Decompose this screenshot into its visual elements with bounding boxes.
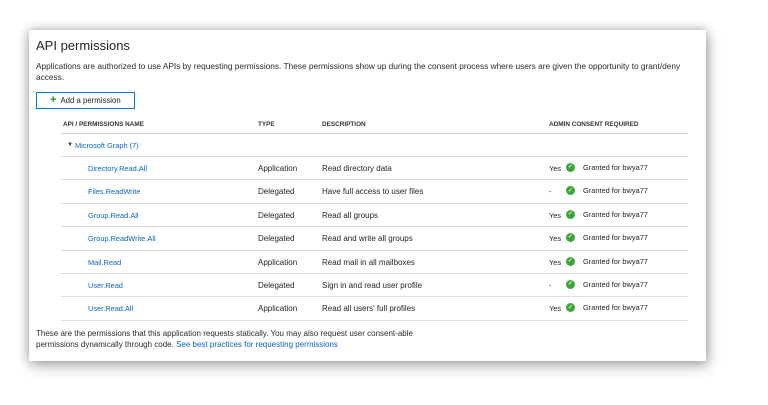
consent-status: ✓ Granted for bwya77 [566, 233, 648, 243]
consent-status: ✓ Granted for bwya77 [566, 303, 648, 313]
consent-status-label: Granted for bwya77 [583, 256, 648, 266]
permission-description: Read all users' full profiles [322, 304, 416, 314]
permission-description: Read and write all groups [322, 234, 413, 244]
permission-description: Read all groups [322, 210, 379, 220]
check-circle-icon: ✓ [566, 303, 575, 313]
permissions-table: API / PERMISSIONS NAME TYPE DESCRIPTION … [61, 114, 688, 321]
admin-consent-required: Yes [549, 234, 562, 244]
group-microsoft-graph[interactable]: ▼ Microsoft Graph (7) [61, 134, 688, 157]
admin-consent-required: Yes [549, 257, 562, 267]
consent-status-label: Granted for bwya77 [583, 209, 648, 219]
permission-name-link[interactable]: Directory.Read.All [88, 164, 147, 173]
table-row: User.Read Delegated Sign in and read user … [61, 274, 688, 298]
permission-name-link[interactable]: Files.ReadWrite [88, 187, 140, 196]
best-practices-link[interactable]: See best practices for requesting permis… [176, 340, 338, 349]
caret-down-icon[interactable]: ▼ [67, 142, 73, 148]
footer-text: These are the permissions that this appl… [36, 328, 456, 350]
group-label[interactable]: Microsoft Graph (7) [75, 141, 139, 150]
permission-type: Application [258, 304, 298, 314]
check-circle-icon: ✓ [566, 256, 575, 266]
check-circle-icon: ✓ [566, 209, 575, 219]
permission-name-link[interactable]: User.Read.All [88, 304, 133, 313]
check-circle-icon: ✓ [566, 186, 575, 196]
table-header: API / PERMISSIONS NAME TYPE DESCRIPTION … [61, 114, 688, 134]
permission-description: Sign in and read user profile [322, 280, 423, 290]
table-row: Group.Read.All Delegated Read all groups Ye… [61, 204, 688, 228]
table-row: Mail.Read Application Read mail in all mai… [61, 251, 688, 274]
check-circle-icon: ✓ [566, 163, 575, 172]
permission-type: Delegated [258, 234, 295, 244]
header-type: TYPE [258, 121, 275, 128]
consent-status: ✓ Granted for bwya77 [566, 163, 648, 172]
consent-status-label: Granted for bwya77 [583, 233, 648, 243]
api-permissions-panel: API permissions Applications are authori… [29, 30, 706, 361]
admin-consent-required: Yes [549, 210, 562, 220]
permission-type: Delegated [258, 187, 295, 197]
header-description: DESCRIPTION [322, 121, 366, 128]
permission-name-link[interactable]: User.Read [88, 281, 123, 290]
consent-status-label: Granted for bwya77 [583, 303, 648, 313]
permission-type: Delegated [258, 280, 295, 290]
header-name: API / PERMISSIONS NAME [63, 121, 144, 128]
table-row: Files.ReadWrite Delegated Have full access… [61, 180, 688, 204]
permission-name-link[interactable]: Group.Read.All [88, 211, 139, 220]
add-permission-label: Add a permission [60, 96, 121, 105]
page-title: API permissions [36, 38, 130, 53]
permission-description: Have full access to user files [322, 187, 424, 197]
admin-consent-required: - [549, 187, 552, 197]
consent-status-label: Granted for bwya77 [583, 163, 648, 172]
check-circle-icon: ✓ [566, 233, 575, 243]
table-row: Directory.Read.All Application Read direct… [61, 157, 688, 181]
permission-type: Application [258, 257, 298, 267]
permission-description: Read directory data [322, 164, 392, 173]
consent-status: ✓ Granted for bwya77 [566, 256, 648, 266]
permission-description: Read mail in all mailboxes [322, 257, 415, 267]
permission-name-link[interactable]: Mail.Read [88, 258, 121, 267]
plus-icon: + [50, 94, 57, 106]
permission-type: Delegated [258, 210, 295, 220]
consent-status: ✓ Granted for bwya77 [566, 209, 648, 219]
add-permission-button[interactable]: + Add a permission [36, 92, 135, 109]
permission-type: Application [258, 164, 298, 173]
consent-status-label: Granted for bwya77 [583, 279, 648, 289]
header-admin-consent: ADMIN CONSENT REQUIRED [549, 121, 639, 128]
table-row: User.Read.All Application Read all users' … [61, 297, 688, 321]
permission-name-link[interactable]: Group.ReadWrite.All [88, 234, 156, 243]
check-circle-icon: ✓ [566, 279, 575, 289]
consent-status: ✓ Granted for bwya77 [566, 279, 648, 289]
admin-consent-required: Yes [549, 304, 562, 314]
intro-text: Applications are authorized to use APIs … [36, 61, 681, 82]
table-row: Group.ReadWrite.All Delegated Read and wri… [61, 227, 688, 251]
admin-consent-required: Yes [549, 164, 562, 173]
consent-status: ✓ Granted for bwya77 [566, 186, 648, 196]
consent-status-label: Granted for bwya77 [583, 186, 648, 196]
admin-consent-required: - [549, 280, 552, 290]
